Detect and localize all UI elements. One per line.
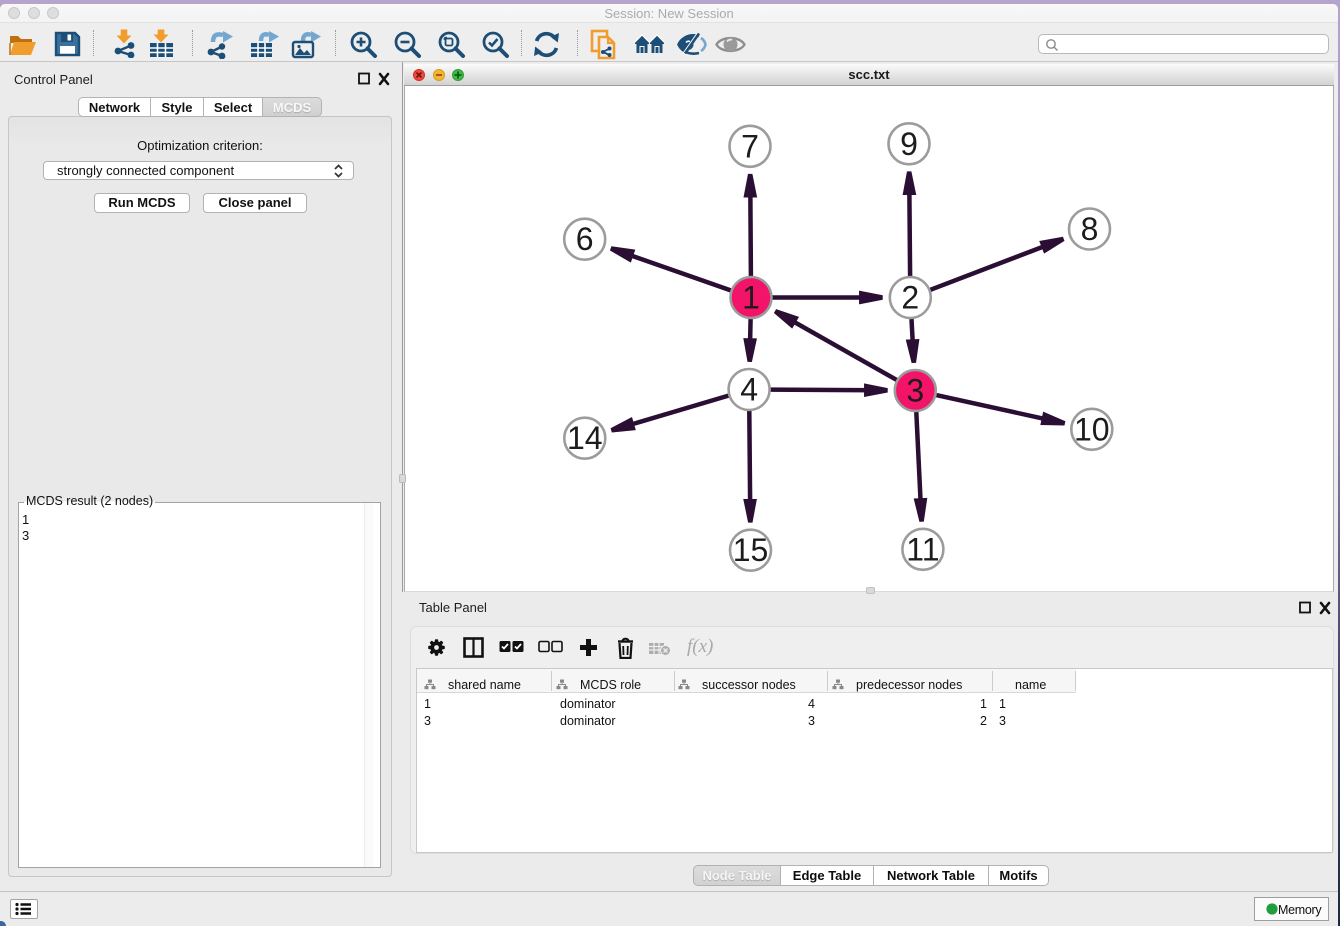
- svg-text:11: 11: [906, 531, 939, 567]
- svg-text:6: 6: [576, 221, 594, 257]
- svg-text:15: 15: [733, 532, 769, 568]
- svg-text:3: 3: [906, 373, 924, 409]
- svg-text:14: 14: [567, 420, 603, 456]
- svg-text:2: 2: [901, 280, 919, 316]
- svg-text:1: 1: [742, 280, 760, 316]
- svg-text:8: 8: [1081, 211, 1099, 247]
- svg-text:4: 4: [740, 372, 758, 408]
- svg-text:9: 9: [900, 126, 918, 162]
- svg-text:7: 7: [741, 128, 759, 164]
- svg-text:10: 10: [1074, 411, 1110, 447]
